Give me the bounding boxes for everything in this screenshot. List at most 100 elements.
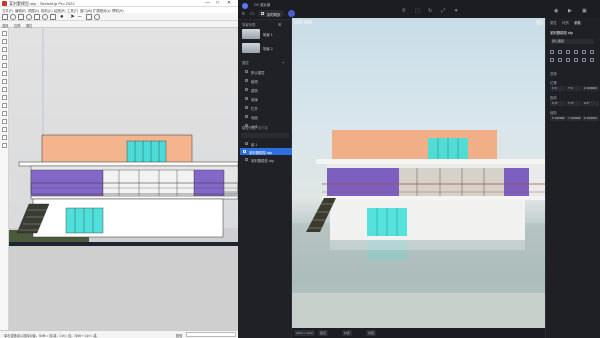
shape-icon[interactable] xyxy=(2,63,7,68)
tool-icon[interactable] xyxy=(566,50,570,54)
circle-tool-icon[interactable] xyxy=(26,14,32,20)
line-tool-icon[interactable] xyxy=(18,14,24,20)
bottom-chip[interactable]: 视图 xyxy=(366,330,377,336)
tool-icon[interactable] xyxy=(558,50,562,54)
scene-thumbnail-1[interactable] xyxy=(242,29,260,39)
tool-icon[interactable] xyxy=(566,58,570,62)
viewport-nav-button[interactable] xyxy=(294,20,302,24)
layer-row[interactable]: 玻璃 xyxy=(242,95,290,102)
eye-icon[interactable] xyxy=(245,97,248,100)
layer-row[interactable]: 植物 xyxy=(242,77,290,84)
scene-thumbnail-2[interactable] xyxy=(242,43,260,53)
arc-icon[interactable] xyxy=(2,55,7,60)
move-icon[interactable] xyxy=(2,71,7,76)
orbit-icon[interactable] xyxy=(2,127,7,132)
layer-row[interactable]: 默认图层 xyxy=(242,68,290,75)
model-search-input[interactable] xyxy=(241,133,289,138)
video-icon[interactable]: ▶ xyxy=(568,8,572,14)
layer-select[interactable]: 默认图层 xyxy=(550,39,594,44)
scene-add-icon[interactable]: ⊞ xyxy=(278,22,281,27)
sync-mode-toggle[interactable]: 实时同步 xyxy=(258,10,284,17)
scale-icon[interactable] xyxy=(2,87,7,92)
position-y[interactable]: Y 0 xyxy=(566,86,581,91)
file-icon[interactable]: ▭ xyxy=(250,11,255,17)
bottom-chip[interactable]: 图层 xyxy=(318,330,329,336)
minus-tool-icon[interactable]: – xyxy=(78,14,84,20)
eye-icon[interactable] xyxy=(245,115,248,118)
scale-tool-icon[interactable]: ⤢ xyxy=(441,8,445,14)
eye-icon[interactable] xyxy=(245,88,248,91)
user-avatar[interactable] xyxy=(288,10,295,17)
paint-tool-icon[interactable]: ● xyxy=(60,14,66,20)
pan-tool-icon[interactable] xyxy=(50,14,56,20)
rotate-icon[interactable] xyxy=(2,79,7,84)
resolution-chip[interactable]: 3840 × 2160 xyxy=(294,330,315,336)
camera-icon[interactable]: ◉ xyxy=(554,8,558,14)
eye-icon[interactable] xyxy=(245,79,248,82)
sketchup-viewport[interactable] xyxy=(9,28,238,330)
maximize-button[interactable]: □ xyxy=(216,1,219,6)
viewport-settings-button[interactable] xyxy=(536,20,543,25)
text-icon[interactable] xyxy=(2,111,7,116)
rotation-x[interactable]: X 0° xyxy=(550,101,565,106)
model-list-header[interactable]: 模型列表 xyxy=(242,125,256,130)
scale-x[interactable]: X 100000 xyxy=(550,116,565,121)
tool-icon[interactable] xyxy=(558,58,562,62)
eye-icon[interactable] xyxy=(245,70,248,73)
tool-icon[interactable] xyxy=(582,58,586,62)
scene-name-1[interactable]: 场景 1 xyxy=(263,32,273,37)
push-pull-tool-icon[interactable] xyxy=(34,14,40,20)
light-tool-icon[interactable]: ✦ xyxy=(454,8,458,14)
orbit-tool-icon[interactable] xyxy=(42,14,48,20)
eye-icon[interactable] xyxy=(245,106,248,109)
bottom-chip[interactable]: 材质 xyxy=(342,330,353,336)
offset-icon[interactable] xyxy=(2,95,7,100)
scale-y[interactable]: Y 100000 xyxy=(566,116,581,121)
viewport-nav-button[interactable] xyxy=(304,20,312,24)
layer-row[interactable]: 栏杆 xyxy=(242,104,290,111)
model-row[interactable]: 某别墅模型.skp xyxy=(242,156,290,163)
render-icon[interactable]: ▣ xyxy=(582,8,587,14)
zoom-icon[interactable] xyxy=(2,143,7,148)
rectangle-tool-icon[interactable] xyxy=(86,14,92,20)
layer-row[interactable]: 建筑 xyxy=(242,86,290,93)
scale-z[interactable]: Z 100000 xyxy=(582,116,599,121)
tool-icon[interactable] xyxy=(550,58,554,62)
pencil-icon[interactable] xyxy=(2,47,7,52)
layer-row[interactable]: 地面 xyxy=(242,113,290,120)
close-button[interactable]: ✕ xyxy=(227,1,231,6)
model-row-selected[interactable]: 某别墅模型.skp xyxy=(240,148,292,155)
scene-name-2[interactable]: 场景 2 xyxy=(263,46,273,51)
minimize-button[interactable]: — xyxy=(205,1,210,6)
pan-icon[interactable] xyxy=(2,135,7,140)
frame-tool-icon[interactable]: ⬚ xyxy=(415,8,420,14)
axes-icon[interactable] xyxy=(2,119,7,124)
select-icon[interactable] xyxy=(2,31,7,36)
rotation-z[interactable]: Z 0° xyxy=(582,101,599,106)
tool-icon[interactable] xyxy=(550,50,554,54)
tool-icon[interactable] xyxy=(574,58,578,62)
measurements-box[interactable] xyxy=(186,332,236,337)
position-x[interactable]: X 0 xyxy=(550,86,565,91)
tab-material[interactable]: 材质 xyxy=(562,20,569,25)
rotate-tool-icon[interactable]: ↻ xyxy=(428,8,432,14)
tool-icon[interactable] xyxy=(590,58,594,62)
eraser-icon[interactable] xyxy=(2,39,7,44)
render-viewport[interactable] xyxy=(292,18,545,328)
arrow-tool-icon[interactable]: ➤ xyxy=(70,14,76,20)
rotation-y[interactable]: Y 0° xyxy=(566,101,581,106)
model-group-row[interactable]: 组 1 xyxy=(242,140,290,147)
tape-icon[interactable] xyxy=(2,103,7,108)
tab-properties[interactable]: 属性 xyxy=(550,20,557,25)
menu-icon[interactable]: ≡ xyxy=(242,11,245,17)
position-z[interactable]: Z 100000 xyxy=(582,86,599,91)
eraser-tool-icon[interactable] xyxy=(10,14,16,20)
tool-icon[interactable] xyxy=(582,50,586,54)
tool-icon[interactable] xyxy=(590,50,594,54)
tab-params[interactable]: 参数 xyxy=(574,20,581,25)
asset-library-tab[interactable]: 素材库 xyxy=(258,125,268,130)
zoom-tool-icon[interactable] xyxy=(94,14,100,20)
layer-add-icon[interactable]: + xyxy=(282,60,284,65)
tool-icon[interactable] xyxy=(574,50,578,54)
select-tool-icon[interactable] xyxy=(2,14,8,20)
